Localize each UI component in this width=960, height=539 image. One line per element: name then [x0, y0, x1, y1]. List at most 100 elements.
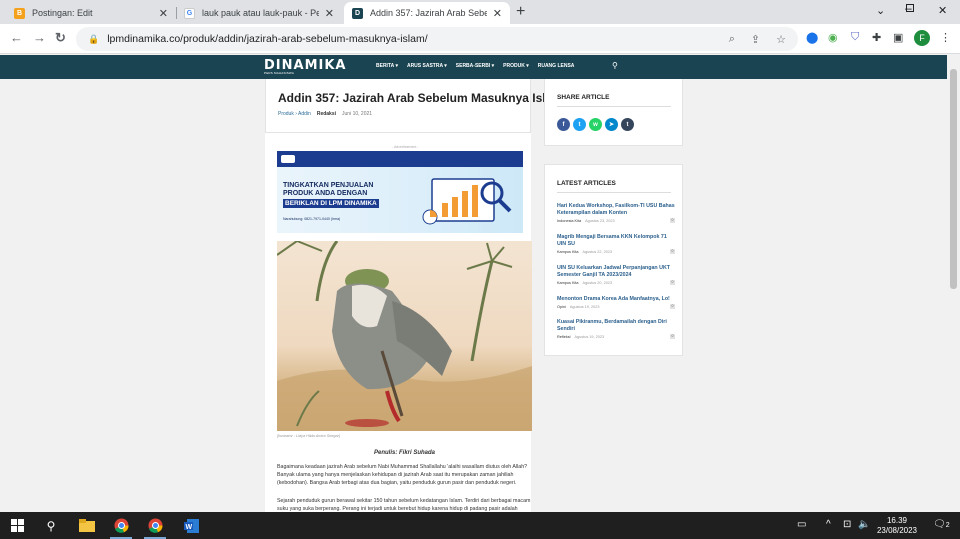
- article-link[interactable]: Magrib Mengaji Bersama KKN Kelompok 71 U…: [557, 234, 675, 248]
- image-caption: [Ilustrator : Lidya Hilda Amira Siregar]: [277, 434, 340, 438]
- lock-icon[interactable]: 🔒: [88, 34, 99, 45]
- menu-kebab-icon[interactable]: ⋮: [940, 31, 951, 44]
- chevron-up-icon[interactable]: ^: [826, 519, 831, 530]
- blogger-icon: B: [14, 7, 25, 19]
- browser-toolbar: ← → ↻ 🔒 lpmdinamika.co/produk/addin/jazi…: [0, 24, 960, 54]
- puzzle-extensions-icon[interactable]: ✚: [872, 31, 881, 44]
- comment-count: 0: [670, 218, 675, 223]
- divider: [557, 106, 671, 107]
- chrome-profile-icon[interactable]: [144, 517, 166, 534]
- article-date: Agustus 23, 2023: [585, 219, 615, 223]
- ad-contact: Narahubung: 0821-7971-0440 (Irma): [283, 217, 341, 221]
- telegram-share-icon[interactable]: ➤: [605, 118, 618, 131]
- chrome-icon[interactable]: [110, 517, 132, 534]
- menu-item-arus-sastra[interactable]: ARUS SASTRA ▾: [407, 63, 447, 69]
- article-category[interactable]: Kampus Kita: [557, 281, 579, 285]
- ad-headline-3: BERIKLAN DI LPM DINAMIKA: [283, 199, 379, 208]
- menu-item-ruang-lensa[interactable]: RUANG LENSA: [538, 63, 575, 69]
- clock-time: 16.39: [886, 516, 908, 525]
- dinamika-icon: D: [352, 7, 363, 19]
- close-tab-icon[interactable]: ✕: [159, 7, 168, 20]
- page-viewport: DINAMIKA PERS MAHASISWA BERITA ▾ ARUS SA…: [0, 55, 947, 512]
- url-text: lpmdinamika.co/produk/addin/jazirah-arab…: [107, 33, 428, 45]
- latest-article-item[interactable]: Kuasai Pikiranmu, Berdamailah dengan Dir…: [557, 319, 675, 339]
- new-tab-button[interactable]: +: [516, 3, 525, 21]
- zoom-icon[interactable]: ⌕: [729, 33, 735, 46]
- article-date: Agustus 19, 2023: [569, 305, 600, 309]
- latest-article-item[interactable]: Hari Kedua Workshop, Fasilkom-TI USU Bah…: [557, 203, 675, 223]
- article-link[interactable]: Hari Kedua Workshop, Fasilkom-TI USU Bah…: [557, 203, 675, 217]
- site-navbar: DINAMIKA PERS MAHASISWA BERITA ▾ ARUS SA…: [0, 55, 947, 79]
- subcategory-link[interactable]: Addin: [298, 111, 311, 117]
- menu-item-produk[interactable]: PRODUK ▾: [503, 63, 529, 69]
- search-icon[interactable]: ⚲: [612, 61, 618, 70]
- menu-item-serba-serbi[interactable]: SERBA-SERBI ▾: [456, 63, 494, 69]
- article-category[interactable]: Refleksi: [557, 335, 571, 339]
- address-bar[interactable]: 🔒 lpmdinamika.co/produk/addin/jazirah-ar…: [76, 27, 798, 51]
- tab-dinamika-article[interactable]: D Addin 357: Jazirah Arab Sebelum ✕: [344, 2, 510, 24]
- windows-taskbar: ⚲ W ▭ ^ ⊡ 🔈 16.39 23/08/2023 🗨2: [0, 512, 960, 539]
- close-window-button[interactable]: ✕: [938, 4, 947, 17]
- article-category[interactable]: Indonesia Kita: [557, 219, 581, 223]
- profile-avatar[interactable]: F: [914, 30, 930, 46]
- site-logo[interactable]: DINAMIKA PERS MAHASISWA: [264, 58, 345, 75]
- windows-start-icon[interactable]: [8, 517, 26, 534]
- article-illustration: [276, 240, 532, 431]
- extension-icon[interactable]: ◉: [828, 31, 838, 44]
- latest-article-item[interactable]: Menonton Drama Korea Ada Manfaatnya, Lo!…: [557, 296, 675, 309]
- article-link[interactable]: Menonton Drama Korea Ada Manfaatnya, Lo!: [557, 296, 675, 303]
- tumblr-share-icon[interactable]: t: [621, 118, 634, 131]
- tab-title: Addin 357: Jazirah Arab Sebelum: [370, 8, 487, 18]
- twitter-share-icon[interactable]: t: [573, 118, 586, 131]
- illustration-art: [276, 240, 532, 431]
- clock-date: 23/08/2023: [876, 526, 918, 535]
- post-date: Juni 10, 2021: [342, 111, 373, 117]
- ad-headline-1: TINGKATKAN PENJUALAN: [283, 182, 374, 189]
- facebook-share-icon[interactable]: f: [557, 118, 570, 131]
- shield-extension-icon[interactable]: ⛉: [851, 31, 859, 44]
- virtual-desktop-icon[interactable]: ▭: [797, 519, 806, 530]
- latest-article-item[interactable]: UIN SU Keluarkan Jadwal Perpanjangan UKT…: [557, 265, 675, 285]
- advertisement-banner[interactable]: TINGKATKAN PENJUALAN PRODUK ANDA DENGAN …: [277, 151, 523, 233]
- close-tab-icon[interactable]: ✕: [325, 7, 334, 20]
- chevron-down-icon[interactable]: ⌄: [876, 4, 885, 17]
- side-panel-icon[interactable]: ▣: [893, 31, 903, 44]
- article-paragraph: Bagaimana keadaan jazirah Arab sebelum N…: [277, 464, 528, 486]
- taskbar-clock[interactable]: 16.39 23/08/2023: [872, 516, 922, 536]
- author-link[interactable]: Redaksi: [317, 111, 336, 117]
- bookmark-star-icon[interactable]: ☆: [776, 33, 786, 46]
- article-date: Agustus 19, 2023: [574, 335, 605, 339]
- forward-button[interactable]: →: [33, 30, 46, 45]
- article-link[interactable]: UIN SU Keluarkan Jadwal Perpanjangan UKT…: [557, 265, 675, 279]
- whatsapp-share-icon[interactable]: w: [589, 118, 602, 131]
- page-scrollbar[interactable]: [947, 55, 960, 512]
- latest-article-item[interactable]: Magrib Mengaji Bersama KKN Kelompok 71 U…: [557, 234, 675, 254]
- menu-item-berita[interactable]: BERITA ▾: [376, 63, 398, 69]
- share-icon[interactable]: ⇪: [751, 33, 760, 46]
- network-icon[interactable]: ⊡: [843, 519, 851, 530]
- article-category[interactable]: Opini: [557, 305, 566, 309]
- google-icon: G: [184, 7, 195, 19]
- tab-blogger[interactable]: B Postingan: Edit ✕: [6, 2, 176, 24]
- latest-articles-widget: LATEST ARTICLES Hari Kedua Workshop, Fas…: [544, 164, 683, 356]
- notification-count: 2: [945, 522, 950, 529]
- article-link[interactable]: Kuasai Pikiranmu, Berdamailah dengan Dir…: [557, 319, 675, 333]
- article-meta: Produk › Addin Redaksi Juni 10, 2021: [278, 111, 373, 117]
- location-extension-icon[interactable]: ⬤: [806, 31, 818, 44]
- reload-button[interactable]: ↻: [55, 30, 66, 46]
- page-title: Addin 357: Jazirah Arab Sebelum Masuknya…: [278, 91, 563, 105]
- notification-icon[interactable]: 🗨2: [933, 519, 950, 530]
- tab-google-search[interactable]: G lauk pauk atau lauk-pauk - Penel ✕: [176, 2, 342, 24]
- scrollbar-thumb[interactable]: [950, 69, 957, 289]
- category-link[interactable]: Produk: [278, 111, 294, 117]
- search-icon[interactable]: ⚲: [42, 517, 60, 534]
- volume-icon[interactable]: 🔈: [858, 519, 870, 530]
- comment-count: 0: [670, 334, 675, 339]
- close-tab-icon[interactable]: ✕: [493, 7, 502, 20]
- article-category[interactable]: Kampus Kita: [557, 250, 579, 254]
- back-button[interactable]: ←: [10, 30, 23, 45]
- article-header: Addin 357: Jazirah Arab Sebelum Masuknya…: [265, 79, 563, 133]
- file-explorer-icon[interactable]: [76, 517, 98, 534]
- restore-button[interactable]: [906, 4, 914, 15]
- word-icon[interactable]: W: [180, 517, 202, 534]
